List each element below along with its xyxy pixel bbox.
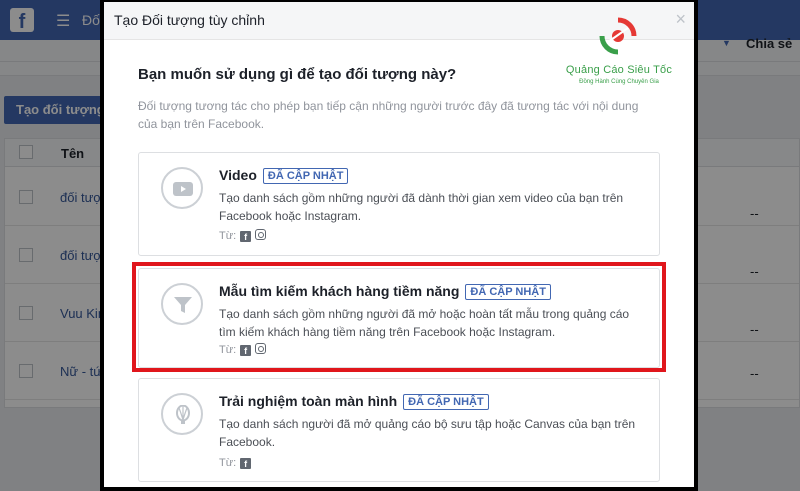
option-title-text: Trải nghiệm toàn màn hình <box>219 393 398 409</box>
option-title: Trải nghiệm toàn màn hình ĐÃ CẬP NHẬT <box>219 393 489 410</box>
updated-badge: ĐÃ CẬP NHẬT <box>262 168 349 184</box>
option-description: Tạo danh sách người đã mở quảng cáo bộ s… <box>219 417 636 449</box>
dialog-question: Bạn muốn sử dụng gì để tạo đối tượng này… <box>138 66 457 83</box>
dialog-title: Tạo Đối tượng tùy chỉnh <box>114 12 265 28</box>
option-source: Từ: f <box>219 457 252 469</box>
facebook-icon: f <box>240 345 252 356</box>
logo-tagline: Đồng Hành Cùng Chuyên Gia <box>579 79 659 85</box>
facebook-icon: f <box>240 458 252 469</box>
play-icon <box>161 167 203 209</box>
instagram-icon <box>255 229 267 240</box>
watermark-logo: Quảng Cáo Siêu Tốc Đồng Hành Cùng Chuyên… <box>554 16 684 96</box>
filter-icon <box>161 283 203 325</box>
source-label: Từ: <box>219 457 237 469</box>
logo-name: Quảng Cáo Siêu Tốc <box>565 64 673 76</box>
option-title-text: Mẫu tìm kiếm khách hàng tiềm năng <box>219 283 460 299</box>
facebook-icon: f <box>240 231 252 242</box>
option-source: Từ: f <box>219 229 267 242</box>
balloon-icon <box>161 393 203 435</box>
option-description: Tạo danh sách gồm những người đã mở hoặc… <box>219 307 630 339</box>
create-custom-audience-dialog: Tạo Đối tượng tùy chỉnh × Quảng Cáo Siêu… <box>100 0 698 491</box>
option-video[interactable]: Video ĐÃ CẬP NHẬT Tạo danh sách gồm những… <box>138 152 660 256</box>
option-lead-form[interactable]: Mẫu tìm kiếm khách hàng tiềm năng ĐÃ CẬP … <box>138 268 660 368</box>
updated-badge: ĐÃ CẬP NHẬT <box>465 284 551 300</box>
option-source: Từ: f <box>219 343 267 356</box>
option-title: Video ĐÃ CẬP NHẬT <box>219 167 349 184</box>
option-title: Mẫu tìm kiếm khách hàng tiềm năng ĐÃ CẬP … <box>219 283 551 300</box>
option-fullscreen-experience[interactable]: Trải nghiệm toàn màn hình ĐÃ CẬP NHẬT Tạo… <box>138 378 660 482</box>
dialog-description: Đối tượng tương tác cho phép bạn tiếp cậ… <box>138 99 639 131</box>
source-label: Từ: <box>219 344 237 356</box>
option-description: Tạo danh sách gồm những người đã dành th… <box>219 191 624 223</box>
option-title-text: Video <box>219 167 257 183</box>
updated-badge: ĐÃ CẬP NHẬT <box>403 394 489 410</box>
source-label: Từ: <box>219 230 237 242</box>
instagram-icon <box>255 343 267 354</box>
logo-swirl-icon <box>599 17 637 55</box>
